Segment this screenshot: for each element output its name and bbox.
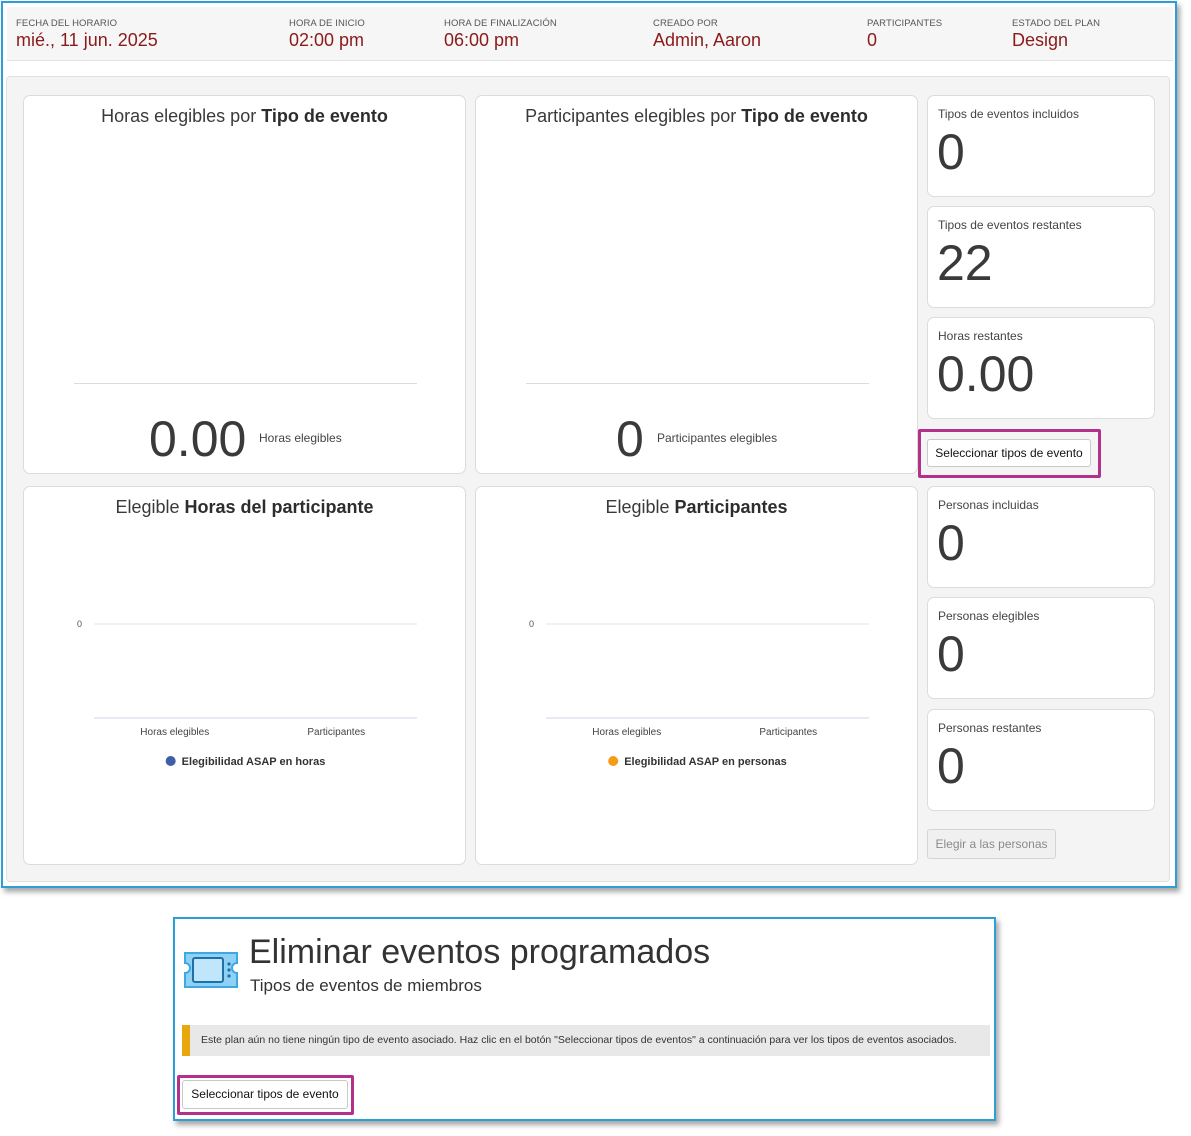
participants-value: 0 [867,30,878,50]
schedule-date-label: FECHA DEL HORARIO [16,18,118,29]
plan-status: ESTADO DEL PLAN Design [1012,18,1100,51]
legend-label: Elegibilidad ASAP en horas [182,756,326,768]
page-title: Eliminar eventos programados [249,933,711,971]
participants-label: PARTICIPANTES [867,18,943,29]
stat-label: Tipos de eventos incluidos [938,107,1079,121]
eligible-participants-value: 0 [616,411,644,467]
legend-marker [608,756,619,766]
created-by: CREADO POR Admin, Aaron [653,18,761,51]
stat-hours-remaining: Horas restantes 0.00 [927,317,1155,419]
stat-label: Personas elegibles [938,609,1040,623]
participants-by-type-card: Participantes elegibles por Tipo de even… [475,95,918,474]
choose-people-button[interactable]: Elegir a las personas [927,829,1056,859]
eligible-hours-label: Horas elegibles [259,431,342,445]
y-tick-label: 0 [529,619,534,629]
stat-people-included: Personas incluidas 0 [927,486,1155,588]
start-time: HORA DE INICIO 02:00 pm [289,18,365,51]
participant-hours-card: Elegible Horas del participante 0 Horas e… [23,486,466,865]
participants-count: PARTICIPANTES 0 [867,18,942,51]
stat-value: 0 [937,124,965,180]
plan-status-value: Design [1012,30,1069,50]
eligible-participants-label: Participantes elegibles [657,431,778,445]
end-time-label: HORA DE FINALIZACIÓN [444,18,557,29]
schedule-date-value: mié., 11 jun. 2025 [16,30,158,50]
hours-by-type-title: Horas elegibles por Tipo de evento [101,106,388,126]
created-by-value: Admin, Aaron [653,30,762,50]
x-tick-label: Horas elegibles [592,727,661,738]
x-tick-label: Participantes [307,727,365,738]
remove-scheduled-events-section: Eliminar eventos programados Tipos de ev… [173,917,996,1121]
eligible-hours-value: 0.00 [149,411,247,467]
participant-hours-chart: 0 Horas elegibles Participantes Elegibilida… [77,619,417,768]
stat-value: 0 [937,515,965,571]
stat-value: 0 [937,738,965,794]
divider [74,383,417,384]
stat-people-remaining: Personas restantes 0 [927,709,1155,811]
stat-label: Personas incluidas [938,498,1039,512]
end-time-value: 06:00 pm [444,30,520,50]
created-by-label: CREADO POR [653,18,718,29]
stat-people-eligible: Personas elegibles 0 [927,597,1155,699]
legend-marker [165,756,176,766]
hours-by-type-card: Horas elegibles por Tipo de evento 0.00 … [23,95,466,474]
stat-label: Horas restantes [938,329,1023,343]
stat-label: Personas restantes [938,721,1042,735]
stat-types-included: Tipos de eventos incluidos 0 [927,95,1155,197]
stat-value: 22 [937,235,993,291]
select-event-types-button-secondary[interactable]: Seleccionar tipos de evento [182,1080,348,1109]
y-tick-label: 0 [77,619,82,629]
schedule-header: FECHA DEL HORARIO mié., 11 jun. 2025 HOR… [7,7,1173,61]
stat-label: Tipos de eventos restantes [938,218,1082,232]
eligible-participants-chart: 0 Horas elegibles Participantes Elegibilida… [529,619,869,768]
participants-by-type-title: Participantes elegibles por Tipo de even… [525,106,868,126]
page-subtitle: Tipos de eventos de miembros [250,976,482,995]
notice-text: Este plan aún no tiene ningún tipo de ev… [201,1034,957,1046]
eligible-participants-card: Elegible Participantes 0 Horas elegibles P… [475,486,918,865]
notice-banner: Este plan aún no tiene ningún tipo de ev… [182,1025,990,1056]
end-time: HORA DE FINALIZACIÓN 06:00 pm [444,18,557,51]
schedule-date: FECHA DEL HORARIO mié., 11 jun. 2025 [16,18,158,51]
stat-value: 0.00 [937,346,1035,402]
divider [526,383,869,384]
x-tick-label: Participantes [759,727,817,738]
stat-value: 0 [937,626,965,682]
stat-types-remaining: Tipos de eventos restantes 22 [927,206,1155,308]
start-time-value: 02:00 pm [289,30,365,50]
select-event-types-button[interactable]: Seleccionar tipos de evento [927,439,1091,467]
plan-status-label: ESTADO DEL PLAN [1012,18,1101,29]
start-time-label: HORA DE INICIO [289,18,365,29]
ticket-icon [184,952,238,988]
x-tick-label: Horas elegibles [140,727,209,738]
legend-label: Elegibilidad ASAP en personas [624,756,787,768]
